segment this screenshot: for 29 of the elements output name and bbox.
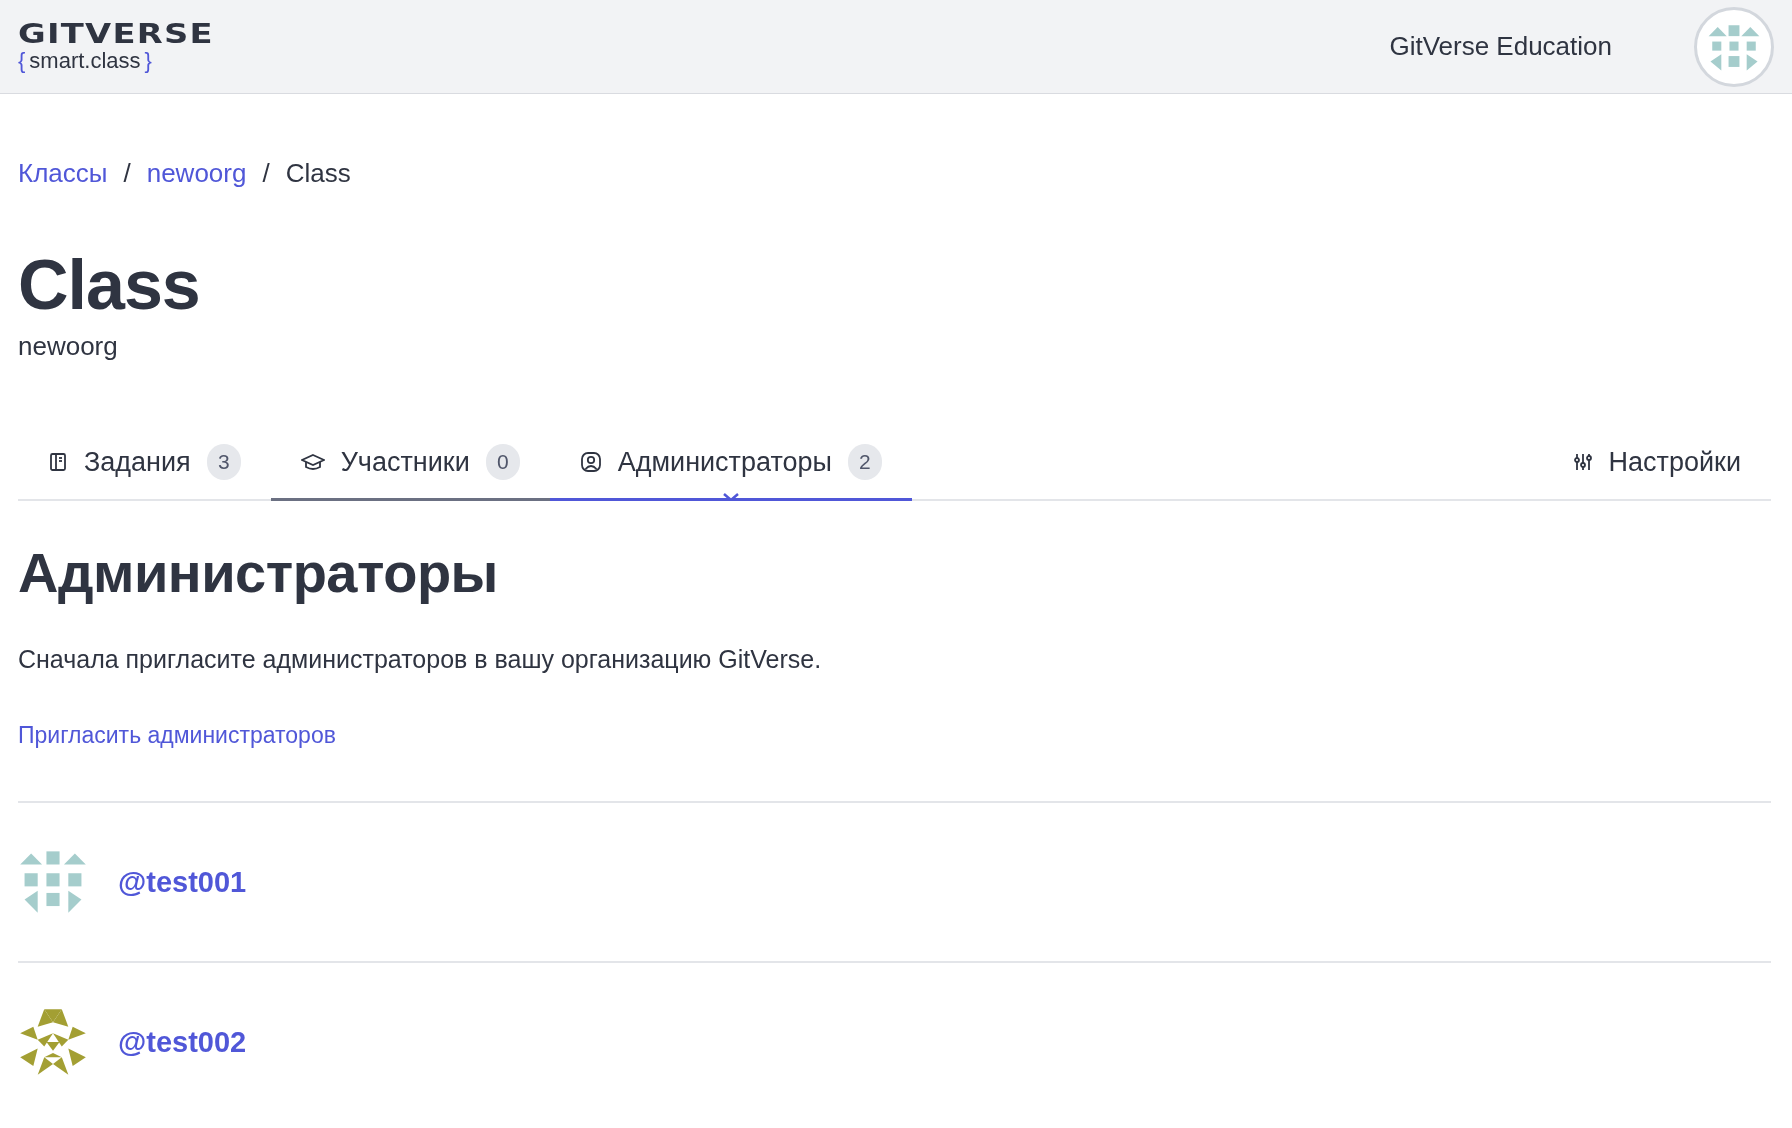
sliders-icon [1572,452,1593,472]
logo-brace: { [18,47,26,74]
user-icon [579,451,602,473]
breadcrumb-link[interactable]: Классы [18,158,108,189]
page-title: Class [18,245,201,325]
logo-wordmark[interactable]: GITVERSE [18,19,214,48]
breadcrumb-separator: / [262,158,270,189]
book-icon [48,452,68,472]
organization-name[interactable]: GitVerse Education [1389,31,1612,62]
page-subtitle: newoorg [18,331,119,362]
selected-tab-notch-icon [722,493,739,501]
graduation-cap-icon [300,452,325,472]
username-link[interactable]: @test002 [118,1025,247,1059]
section-description: Сначала пригласите администраторов в вашу организацию GitVerse. [18,645,823,674]
current-page-label: Class [285,158,351,189]
tab[interactable]: Участники 0 [270,430,550,501]
username-link[interactable]: @test001 [118,865,247,899]
tab[interactable]: Задания 3 [18,430,271,501]
breadcrumb-link[interactable]: newoorg [146,158,247,189]
count-badge: 0 [485,444,520,480]
logo-subtitle: smart.class [29,47,141,74]
tab[interactable]: Администраторы 2 [549,430,912,501]
section-heading: Администраторы [18,541,499,605]
invite-admins-link[interactable]: Пригласить администраторов [18,722,336,749]
breadcrumb-separator: / [123,158,131,189]
count-badge: 3 [206,444,241,480]
settings-tab[interactable]: Настройки [1542,430,1771,501]
count-badge: 2 [847,444,882,480]
logo-brace: } [144,47,152,74]
